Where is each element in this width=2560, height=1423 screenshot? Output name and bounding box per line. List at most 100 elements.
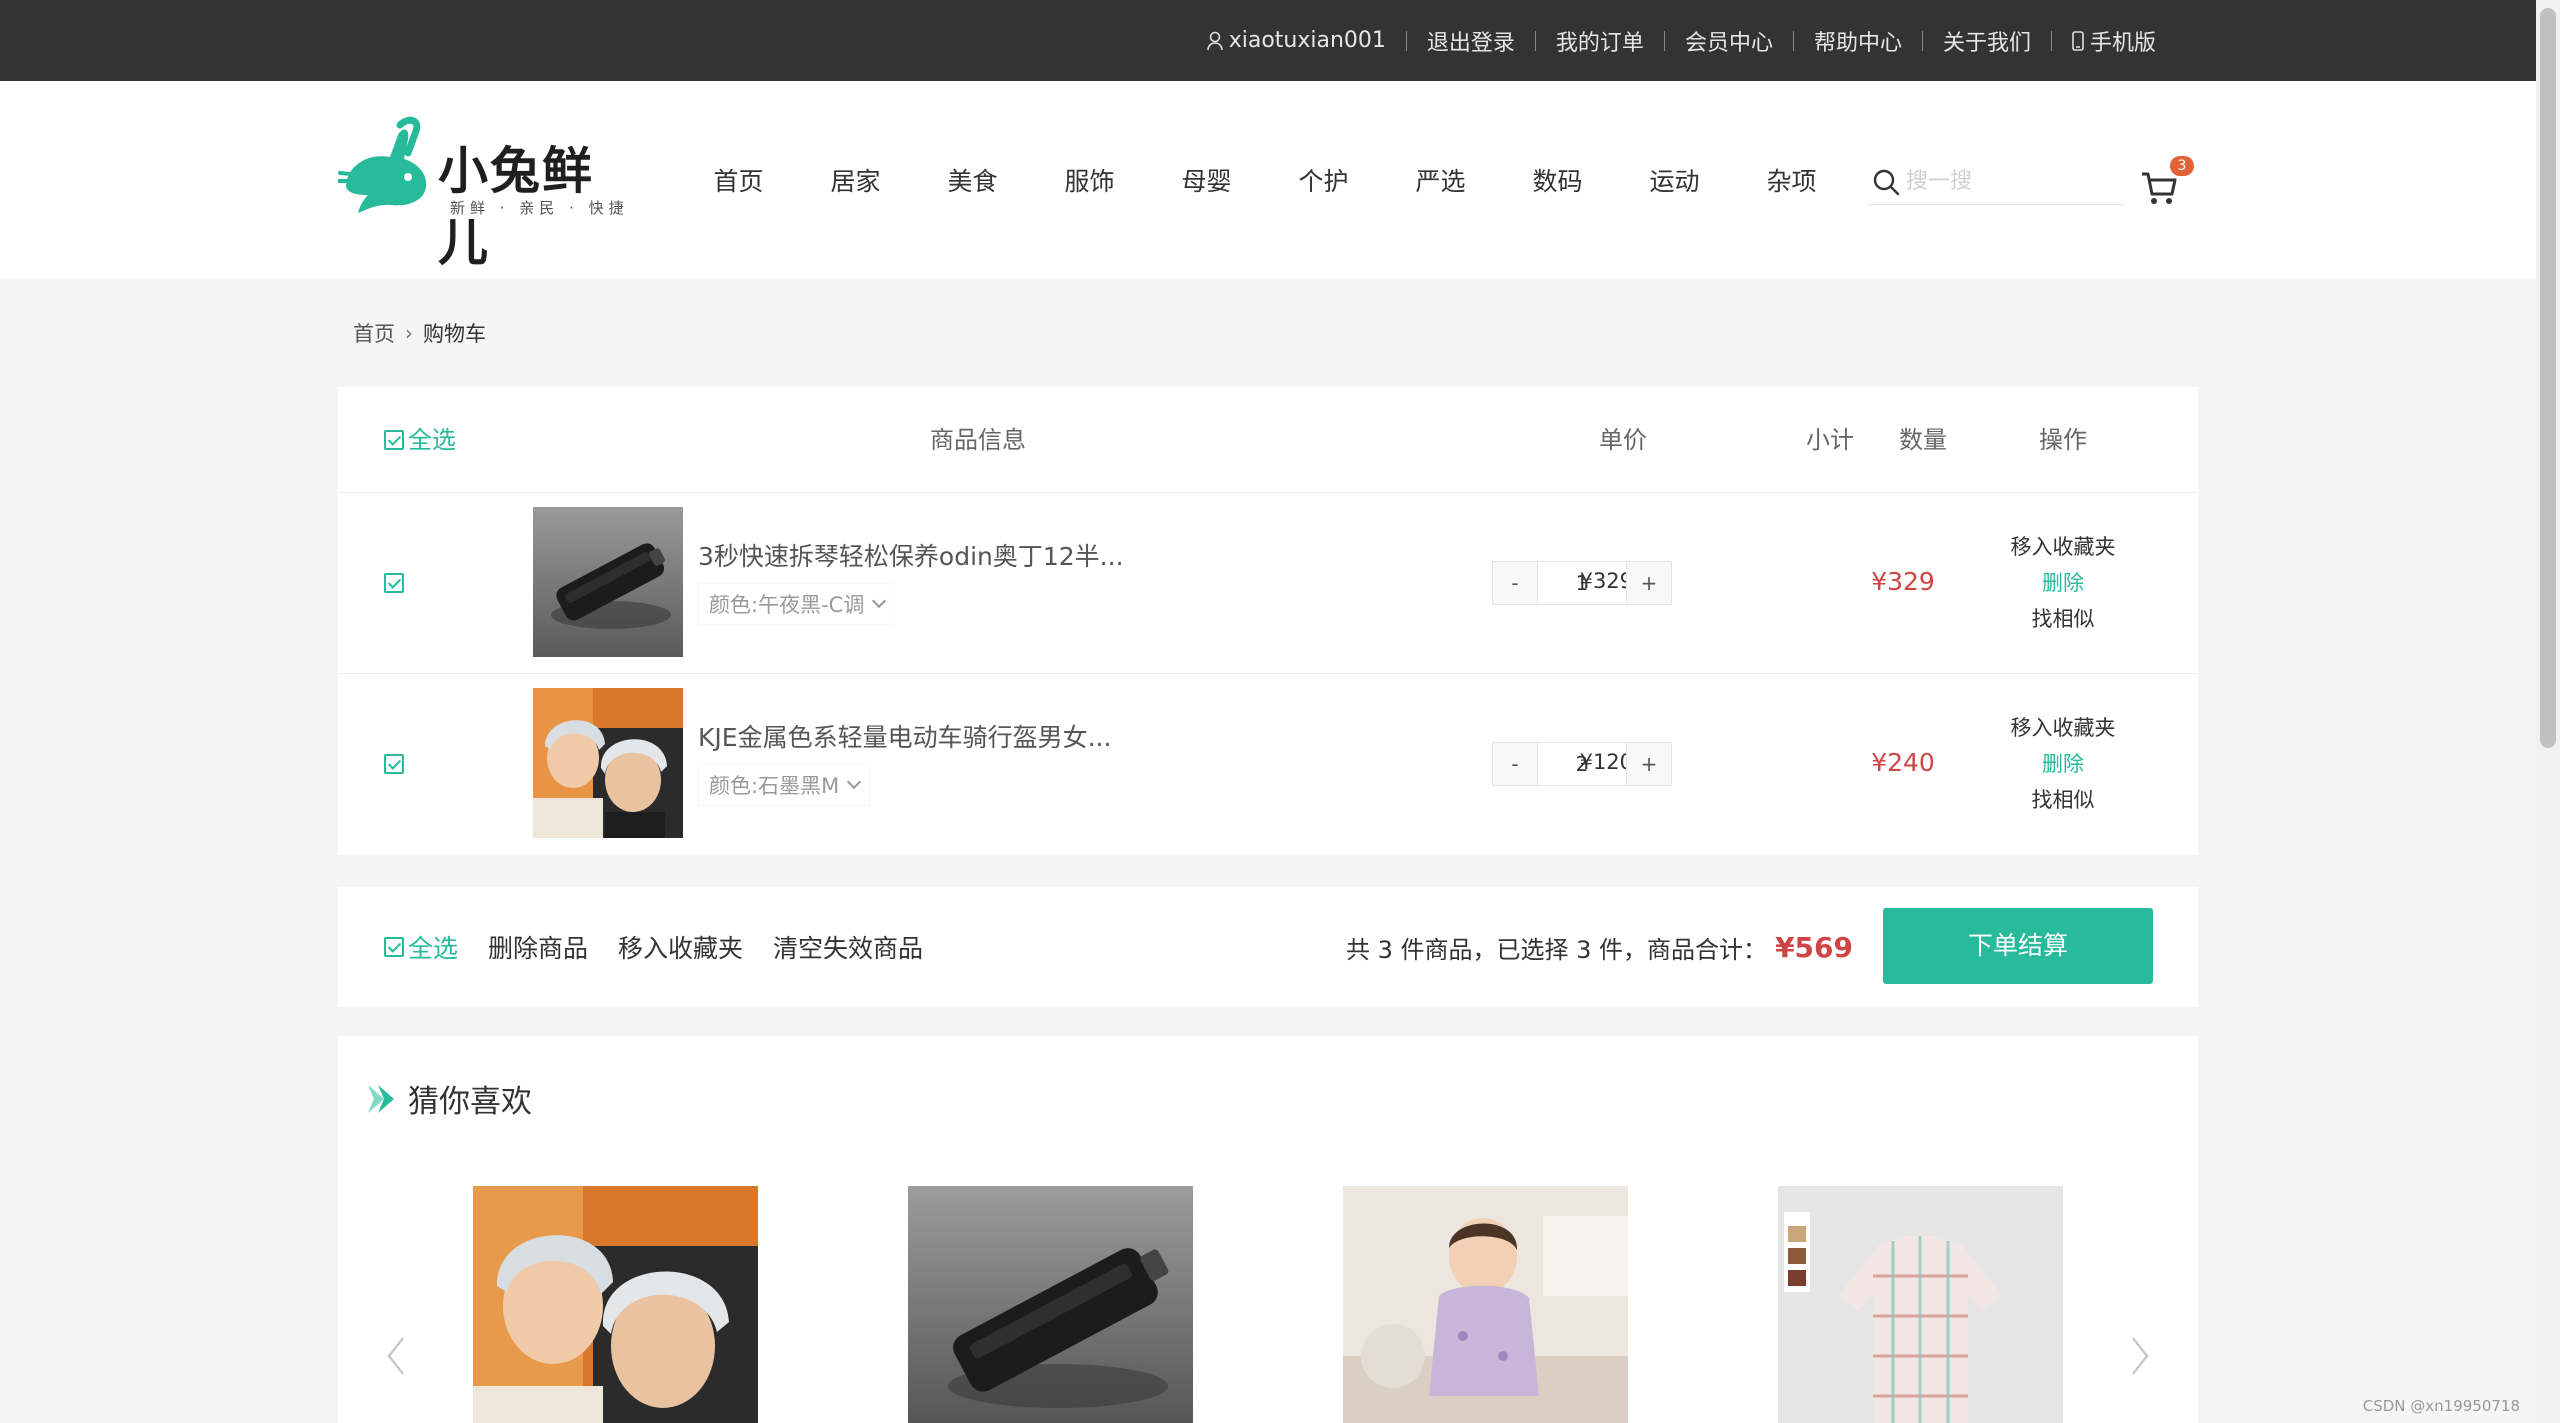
recommend-item-baby-clothes[interactable] bbox=[1343, 1186, 1628, 1423]
quantity-increase-button[interactable]: + bbox=[1627, 743, 1671, 785]
nav-selected[interactable]: 严选 bbox=[1382, 162, 1499, 198]
member-center-link[interactable]: 会员中心 bbox=[1665, 25, 1793, 57]
product-attr-select[interactable]: 颜色:石墨黑M bbox=[698, 764, 871, 806]
nav-clothing[interactable]: 服饰 bbox=[1031, 162, 1148, 198]
product-image-harmonica[interactable] bbox=[533, 507, 683, 657]
main-nav: 首页 居家 美食 服饰 母婴 个护 严选 数码 运动 杂项 bbox=[680, 81, 1850, 279]
delete-link[interactable]: 删除 bbox=[1958, 565, 2168, 601]
scrollbar-thumb[interactable] bbox=[2540, 8, 2556, 748]
logo[interactable]: 小兔鲜儿 新鲜 · 亲民 · 快捷 bbox=[338, 115, 638, 272]
header-subtotal: 小计 bbox=[1806, 426, 1854, 454]
order-total: ¥569 bbox=[1775, 930, 1853, 964]
recommend-item-plaid-shirt[interactable] bbox=[1778, 1186, 2063, 1423]
user-link[interactable]: xiaotuxian001 bbox=[1187, 28, 1406, 53]
select-all-header: 全选 bbox=[384, 387, 456, 493]
nav-sports[interactable]: 运动 bbox=[1616, 162, 1733, 198]
product-name[interactable]: 3秒快速拆琴轻松保养odin奥丁12半... bbox=[698, 537, 1124, 573]
carousel-next-button[interactable] bbox=[2130, 1336, 2150, 1376]
breadcrumb-current: 购物车 bbox=[423, 322, 486, 346]
row-checkbox[interactable] bbox=[384, 573, 404, 593]
nav-food[interactable]: 美食 bbox=[914, 162, 1031, 198]
find-similar-link[interactable]: 找相似 bbox=[1958, 601, 2168, 637]
product-attr-label: 颜色:午夜黑-C调 bbox=[709, 593, 865, 617]
quantity-increase-button[interactable]: + bbox=[1627, 562, 1671, 604]
product-attr-select[interactable]: 颜色:午夜黑-C调 bbox=[698, 583, 896, 625]
header: 小兔鲜儿 新鲜 · 亲民 · 快捷 首页 居家 美食 服饰 母婴 个护 严选 数… bbox=[0, 81, 2536, 279]
quantity-stepper: - 2 + bbox=[1492, 742, 1672, 786]
cart-count-badge: 3 bbox=[2170, 156, 2194, 176]
quantity-decrease-button[interactable]: - bbox=[1493, 743, 1537, 785]
recommend-item-harmonica[interactable] bbox=[908, 1186, 1193, 1423]
nav-baby[interactable]: 母婴 bbox=[1148, 162, 1265, 198]
quantity-value[interactable]: 1 bbox=[1537, 562, 1627, 604]
logout-link[interactable]: 退出登录 bbox=[1407, 25, 1535, 57]
mobile-label: 手机版 bbox=[2089, 30, 2156, 56]
username: xiaotuxian001 bbox=[1228, 28, 1386, 53]
phone-icon bbox=[2072, 30, 2084, 51]
header-product-info: 商品信息 bbox=[930, 426, 1026, 454]
nav-misc[interactable]: 杂项 bbox=[1733, 162, 1850, 198]
recommendations-title-text: 猜你喜欢 bbox=[408, 1084, 532, 1120]
clear-invalid-button[interactable]: 清空失效商品 bbox=[773, 929, 923, 965]
quantity-decrease-button[interactable]: - bbox=[1493, 562, 1537, 604]
top-bar: xiaotuxian001 退出登录 我的订单 会员中心 帮助中心 关于我们 手… bbox=[0, 0, 2536, 81]
move-to-favorites-link[interactable]: 移入收藏夹 bbox=[1958, 710, 2168, 746]
carousel-prev-button[interactable] bbox=[386, 1336, 406, 1376]
recommend-item-helmet[interactable] bbox=[473, 1186, 758, 1423]
move-to-favorites-button[interactable]: 移入收藏夹 bbox=[618, 929, 743, 965]
quantity-stepper: - 1 + bbox=[1492, 561, 1672, 605]
chevron-down-icon bbox=[872, 593, 887, 609]
find-similar-link[interactable]: 找相似 bbox=[1958, 782, 2168, 818]
row-checkbox[interactable] bbox=[384, 754, 404, 774]
header-unit-price: 单价 bbox=[1599, 426, 1647, 454]
watermark: CSDN @xn19950718 bbox=[2362, 1397, 2520, 1415]
user-icon bbox=[1206, 31, 1223, 51]
quantity-value[interactable]: 2 bbox=[1537, 743, 1627, 785]
cart-table: 全选 商品信息 单价 数量 小计 操作 3秒快速拆琴轻松保养odin奥丁12半.… bbox=[338, 387, 2198, 855]
about-us-link[interactable]: 关于我们 bbox=[1923, 25, 2051, 57]
table-row: KJE金属色系轻量电动车骑行盔男女... 颜色:石墨黑M ¥120.00 - 2… bbox=[338, 674, 2198, 855]
search-input[interactable] bbox=[1906, 169, 2106, 194]
order-summary: 共 3 件商品，已选择 3 件，商品合计： ¥569 bbox=[1346, 887, 1853, 1007]
rabbit-logo-icon bbox=[338, 116, 427, 213]
table-header: 全选 商品信息 单价 数量 小计 操作 bbox=[338, 387, 2198, 493]
row-operations: 移入收藏夹 删除 找相似 bbox=[1958, 710, 2168, 818]
select-all-label: 全选 bbox=[408, 426, 456, 454]
move-to-favorites-link[interactable]: 移入收藏夹 bbox=[1958, 529, 2168, 565]
select-all-checkbox[interactable]: 全选 bbox=[384, 387, 456, 493]
cart-button[interactable]: 3 bbox=[2140, 156, 2194, 206]
search-icon[interactable] bbox=[1872, 168, 1900, 196]
recommendations-title: 猜你喜欢 bbox=[364, 1076, 532, 1121]
chevron-right-icon: › bbox=[405, 321, 413, 345]
delete-items-button[interactable]: 删除商品 bbox=[488, 929, 588, 965]
chevron-down-icon bbox=[847, 774, 862, 790]
nav-personal-care[interactable]: 个护 bbox=[1265, 162, 1382, 198]
product-name[interactable]: KJE金属色系轻量电动车骑行盔男女... bbox=[698, 718, 1111, 754]
breadcrumb-home[interactable]: 首页 bbox=[353, 318, 395, 348]
checkbox-checked-icon bbox=[384, 937, 404, 957]
my-orders-link[interactable]: 我的订单 bbox=[1536, 25, 1664, 57]
nav-home[interactable]: 首页 bbox=[680, 162, 797, 198]
row-operations: 移入收藏夹 删除 找相似 bbox=[1958, 529, 2168, 637]
product-attr-label: 颜色:石墨黑M bbox=[709, 774, 840, 798]
diamond-arrow-icon bbox=[368, 1084, 394, 1113]
select-all-label: 全选 bbox=[408, 934, 459, 963]
chevron-left-icon bbox=[387, 1337, 404, 1375]
chevron-right-icon bbox=[2132, 1337, 2149, 1375]
checkbox-checked-icon bbox=[384, 430, 404, 450]
delete-link[interactable]: 删除 bbox=[1958, 746, 2168, 782]
logo-subtitle: 新鲜 · 亲民 · 快捷 bbox=[450, 199, 629, 217]
recommendations-panel: 猜你喜欢 bbox=[338, 1036, 2198, 1423]
top-bar-links: xiaotuxian001 退出登录 我的订单 会员中心 帮助中心 关于我们 手… bbox=[1187, 0, 2176, 81]
help-center-link[interactable]: 帮助中心 bbox=[1794, 25, 1922, 57]
cart-action-bar: 全选 删除商品 移入收藏夹 清空失效商品 共 3 件商品，已选择 3 件，商品合… bbox=[338, 887, 2198, 1007]
checkout-button[interactable]: 下单结算 bbox=[1883, 908, 2153, 984]
nav-digital[interactable]: 数码 bbox=[1499, 162, 1616, 198]
select-all-checkbox-bottom[interactable]: 全选 bbox=[384, 929, 458, 965]
mobile-link[interactable]: 手机版 bbox=[2052, 25, 2176, 57]
product-image-helmet[interactable] bbox=[533, 688, 683, 838]
nav-home-living[interactable]: 居家 bbox=[797, 162, 914, 198]
action-bar-left: 全选 删除商品 移入收藏夹 清空失效商品 bbox=[384, 887, 953, 1007]
summary-text: 共 3 件商品，已选择 3 件，商品合计： bbox=[1346, 935, 1768, 964]
vertical-scrollbar[interactable] bbox=[2536, 0, 2560, 1423]
